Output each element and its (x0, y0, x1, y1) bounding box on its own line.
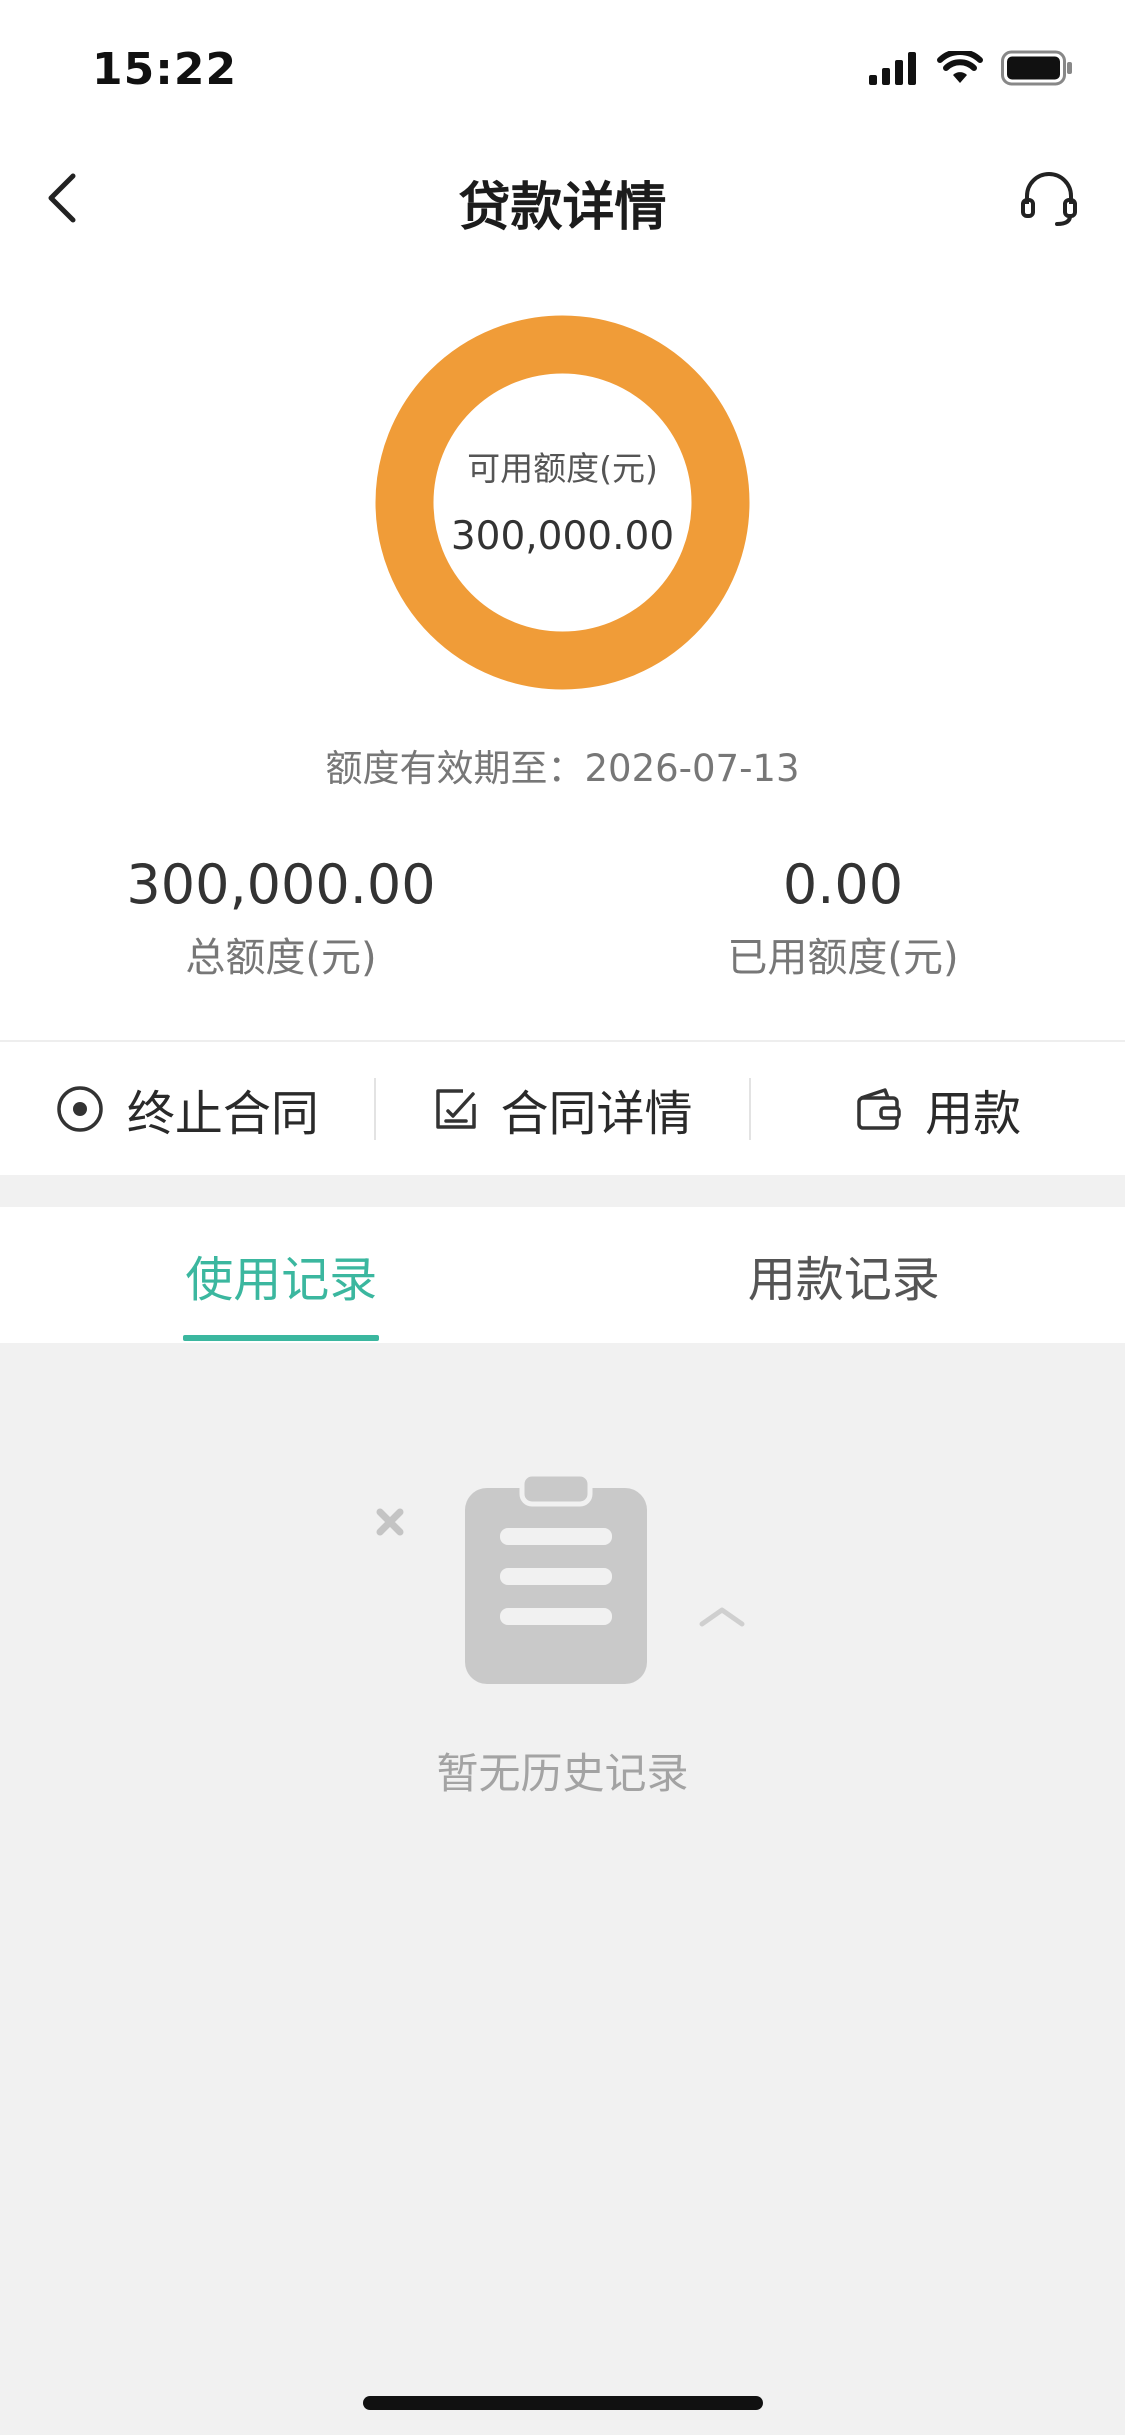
used-credit-stat: 0.00 已用额度(元) (562, 851, 1124, 983)
signal-icon (869, 52, 916, 85)
close-icon (376, 1508, 404, 1536)
available-credit-value: 300,000.00 (450, 514, 675, 559)
clipboard-icon (465, 1471, 647, 1684)
empty-state-illustration (376, 1471, 745, 1684)
draw-loan-label: 用款 (925, 1085, 1022, 1142)
active-tab-indicator (183, 1335, 379, 1341)
available-credit-label: 可用额度(元) (467, 449, 658, 488)
empty-state-text: 暂无历史记录 (436, 1749, 689, 1798)
wallet-icon (857, 1087, 901, 1130)
page-title: 贷款详情 (458, 178, 667, 238)
terminate-contract-button[interactable]: 终止合同 (0, 1042, 374, 1175)
used-credit-label: 已用额度(元) (727, 935, 959, 981)
total-credit-label: 总额度(元) (185, 935, 377, 981)
stop-circle-icon (57, 1085, 103, 1132)
battery-icon (1001, 50, 1072, 86)
tab-usage-records[interactable]: 使用记录 (0, 1207, 563, 1343)
tab-loan-records[interactable]: 用款记录 (563, 1207, 1125, 1343)
record-tabs: 使用记录 用款记录 (0, 1207, 1125, 1343)
status-icons (869, 50, 1073, 86)
used-credit-value: 0.00 (782, 853, 904, 916)
credit-ring-arc (375, 315, 750, 690)
customer-service-button[interactable] (1017, 166, 1081, 230)
home-indicator[interactable] (363, 2396, 763, 2410)
edit-document-icon (435, 1088, 476, 1129)
total-credit-value: 300,000.00 (126, 853, 436, 916)
wifi-icon (937, 51, 983, 83)
chevron-up-icon (699, 1607, 745, 1627)
credit-validity-date: 额度有效期至：2026-07-13 (325, 747, 800, 790)
headset-icon (1021, 172, 1077, 226)
draw-loan-button[interactable]: 用款 (751, 1042, 1125, 1175)
action-bar: 终止合同 合同详情 用款 (0, 1042, 1125, 1175)
status-time: 15:22 (92, 44, 238, 95)
contract-details-label: 合同详情 (500, 1085, 693, 1142)
contract-details-button[interactable]: 合同详情 (376, 1042, 750, 1175)
total-credit-stat: 300,000.00 总额度(元) (0, 851, 562, 983)
available-credit-ring (375, 315, 750, 690)
terminate-contract-label: 终止合同 (126, 1085, 319, 1142)
